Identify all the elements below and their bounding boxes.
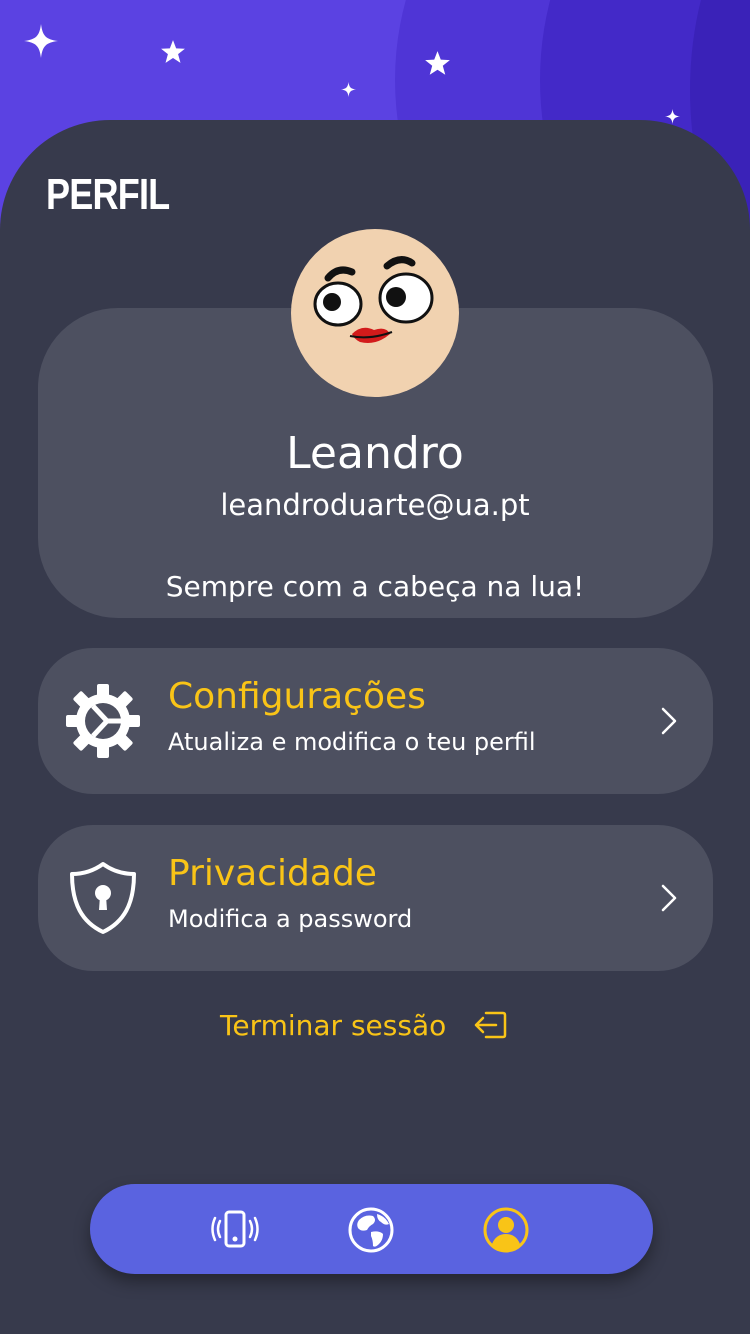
privacy-title: Privacidade xyxy=(168,853,377,894)
bottom-tab-bar xyxy=(90,1184,653,1274)
phone-vibrate-icon[interactable] xyxy=(211,1206,259,1254)
star-icon xyxy=(425,51,450,75)
avatar[interactable] xyxy=(290,228,460,398)
profile-icon[interactable] xyxy=(482,1206,530,1254)
settings-menu-item[interactable]: Configurações Atualiza e modifica o teu … xyxy=(38,648,713,794)
logout-button[interactable]: Terminar sessão xyxy=(220,1005,508,1045)
globe-icon[interactable] xyxy=(347,1206,395,1254)
star-icon xyxy=(665,109,680,124)
logout-icon xyxy=(475,1011,507,1039)
star-icon xyxy=(341,82,356,97)
chevron-right-icon xyxy=(661,884,677,912)
settings-title: Configurações xyxy=(168,676,426,717)
user-email: leandroduarte@ua.pt xyxy=(220,488,530,522)
shield-lock-icon xyxy=(70,862,136,934)
star-icon xyxy=(24,24,58,58)
gear-icon xyxy=(66,684,140,758)
star-icon xyxy=(161,40,185,63)
user-bio: Sempre com a cabeça na lua! xyxy=(165,570,585,603)
privacy-menu-item[interactable]: Privacidade Modifica a password xyxy=(38,825,713,971)
privacy-subtitle: Modifica a password xyxy=(168,905,413,933)
logout-label: Terminar sessão xyxy=(220,1008,447,1042)
settings-subtitle: Atualiza e modifica o teu perfil xyxy=(168,728,536,756)
chevron-right-icon xyxy=(661,707,677,735)
page-title: PERFIL xyxy=(46,170,170,219)
user-name: Leandro xyxy=(286,428,464,479)
